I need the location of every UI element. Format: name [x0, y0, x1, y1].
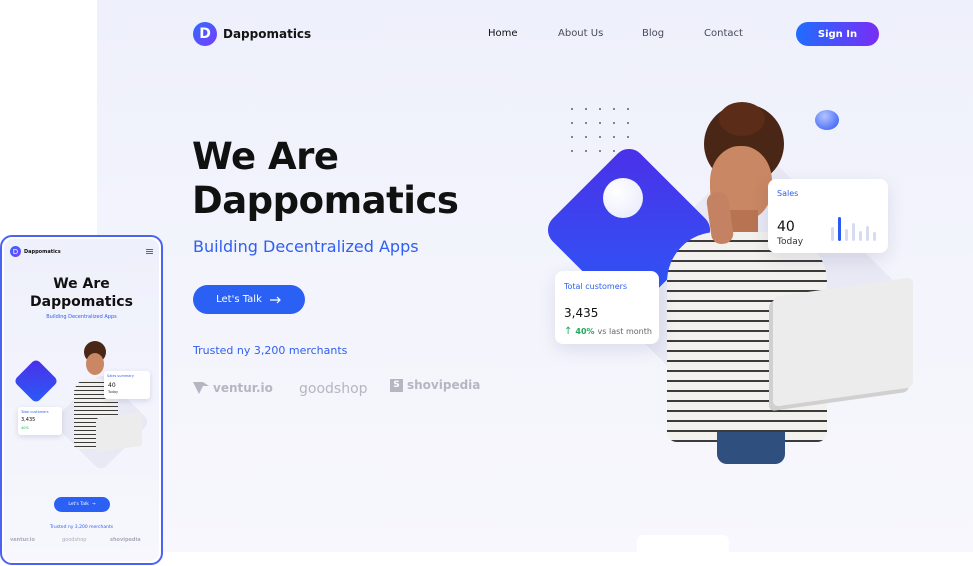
- dot: [571, 150, 573, 152]
- mobile-trusted-text: Trusted ny 3,200 merchants: [49, 525, 114, 530]
- dot: [585, 122, 587, 124]
- arrow-up-icon: ↑: [564, 326, 573, 337]
- mini-bar: [852, 223, 855, 241]
- partial-card: [637, 535, 729, 552]
- s-square-icon: S: [390, 378, 403, 392]
- mobile-sales-value: 40: [108, 382, 116, 389]
- trusted-text: Trusted ny 3,200 merchants: [193, 344, 348, 357]
- dot: [613, 136, 615, 138]
- laptop-illustration: [773, 277, 913, 407]
- sign-in-button[interactable]: Sign In: [796, 22, 879, 46]
- dot: [599, 122, 601, 124]
- hamburger-menu-icon[interactable]: [146, 249, 153, 254]
- mobile-customers-change: 40%: [21, 426, 29, 430]
- mobile-sales-card: Sales summary 40 Today: [104, 371, 150, 399]
- nav-link-contact[interactable]: Contact: [704, 28, 743, 39]
- dot: [571, 136, 573, 138]
- mobile-customers-card: Total customers 3,435 40%: [18, 407, 62, 435]
- dot: [599, 150, 601, 152]
- brand-venturio: ventur.io: [193, 381, 273, 395]
- mobile-brand-venturio: ventur.io: [10, 537, 35, 543]
- logo-icon: D: [193, 22, 217, 46]
- mobile-customers-label: Total customers: [21, 410, 49, 414]
- customers-change-note: vs last month: [597, 327, 652, 336]
- mini-bar: [866, 226, 869, 241]
- mobile-customers-value: 3,435: [21, 417, 36, 423]
- stage: D Dappomatics Home About Us Blog Contact…: [0, 0, 973, 566]
- brand-shovipedia-name: shovipedia: [407, 378, 481, 392]
- dot: [613, 150, 615, 152]
- mini-bar: [873, 232, 876, 241]
- dot: [571, 122, 573, 124]
- mobile-sales-label: Sales summary: [107, 374, 134, 378]
- mobile-sales-sub: Today: [108, 390, 119, 394]
- mobile-laptop-illustration: [96, 411, 142, 453]
- desktop-view: D Dappomatics Home About Us Blog Contact…: [97, 0, 973, 552]
- cta-label: Let's Talk: [216, 294, 262, 305]
- mobile-logo-icon: D: [10, 246, 21, 257]
- nav-link-about[interactable]: About Us: [558, 28, 603, 39]
- dot: [599, 136, 601, 138]
- dot: [571, 108, 573, 110]
- v-logo-icon: [193, 382, 209, 394]
- mobile-cta-label: Let's Talk: [68, 502, 89, 507]
- mobile-hero-title: We Are Dappomatics: [4, 275, 159, 311]
- customers-card: Total customers 3,435 ↑ 40% vs last mont…: [555, 271, 659, 344]
- dot: [613, 122, 615, 124]
- customers-card-value: 3,435: [564, 306, 599, 320]
- dot: [585, 108, 587, 110]
- mobile-brand-shovipedia: shovipedia: [110, 537, 141, 543]
- hero-title-line2: Dappomatics: [192, 179, 459, 222]
- site-logo[interactable]: D Dappomatics: [193, 22, 311, 46]
- dot: [613, 108, 615, 110]
- mobile-arrow-right-icon: →: [91, 502, 96, 507]
- mini-bar: [838, 217, 841, 241]
- arrow-right-icon: [269, 296, 281, 303]
- dot: [585, 150, 587, 152]
- nav-link-blog[interactable]: Blog: [642, 28, 664, 39]
- mobile-logo[interactable]: D Dappomatics: [10, 246, 61, 257]
- dot: [627, 122, 629, 124]
- dot: [627, 108, 629, 110]
- mobile-brand-logos: ventur.io goodshop shovipedia: [10, 537, 155, 547]
- mobile-hero-subtitle: Building Decentralized Apps: [46, 314, 117, 320]
- sales-mini-chart: [831, 215, 881, 241]
- mobile-lets-talk-button[interactable]: Let's Talk →: [54, 497, 110, 512]
- white-orb-decoration: [603, 178, 643, 218]
- sales-card-label: Sales: [777, 189, 799, 198]
- customers-change: 40%: [575, 327, 595, 336]
- sales-card-sub: Today: [777, 237, 804, 247]
- nav-link-home[interactable]: Home: [488, 28, 518, 39]
- customers-trend: ↑ 40% vs last month: [564, 326, 652, 337]
- mobile-blue-diamond: [13, 358, 59, 404]
- hero-title: We Are Dappomatics: [192, 135, 459, 223]
- customers-card-label: Total customers: [564, 282, 628, 291]
- top-nav: D Dappomatics Home About Us Blog Contact…: [97, 0, 973, 68]
- hero-subtitle: Building Decentralized Apps: [193, 237, 419, 256]
- sales-card-value: 40: [777, 219, 795, 235]
- dot: [627, 136, 629, 138]
- mini-bar: [831, 227, 834, 241]
- mini-bar: [845, 229, 848, 241]
- hero-person-image: [657, 102, 913, 464]
- hero-title-line1: We Are: [192, 135, 339, 178]
- lets-talk-button[interactable]: Let's Talk: [193, 285, 305, 314]
- dot: [585, 136, 587, 138]
- brand-goodshop: goodshop: [299, 381, 368, 397]
- dot: [599, 108, 601, 110]
- brand-venturio-name: ventur.io: [213, 381, 273, 395]
- brand-shovipedia: S shovipedia: [390, 378, 480, 392]
- mobile-logo-text: Dappomatics: [24, 248, 61, 255]
- mobile-view: D Dappomatics We Are Dappomatics Buildin…: [0, 235, 163, 565]
- mobile-title-line2: Dappomatics: [30, 294, 133, 310]
- mobile-screen: D Dappomatics We Are Dappomatics Buildin…: [4, 239, 159, 561]
- mobile-brand-goodshop: goodshop: [62, 537, 87, 543]
- mobile-hero-art: Sales summary 40 Today Total customers 3…: [12, 337, 152, 472]
- logo-text: Dappomatics: [223, 27, 312, 41]
- sales-card: Sales 40 Today: [768, 179, 888, 253]
- mini-bar: [859, 231, 862, 241]
- brand-logos: ventur.io goodshop S shovipedia: [193, 378, 513, 402]
- mobile-title-line1: We Are: [53, 276, 110, 292]
